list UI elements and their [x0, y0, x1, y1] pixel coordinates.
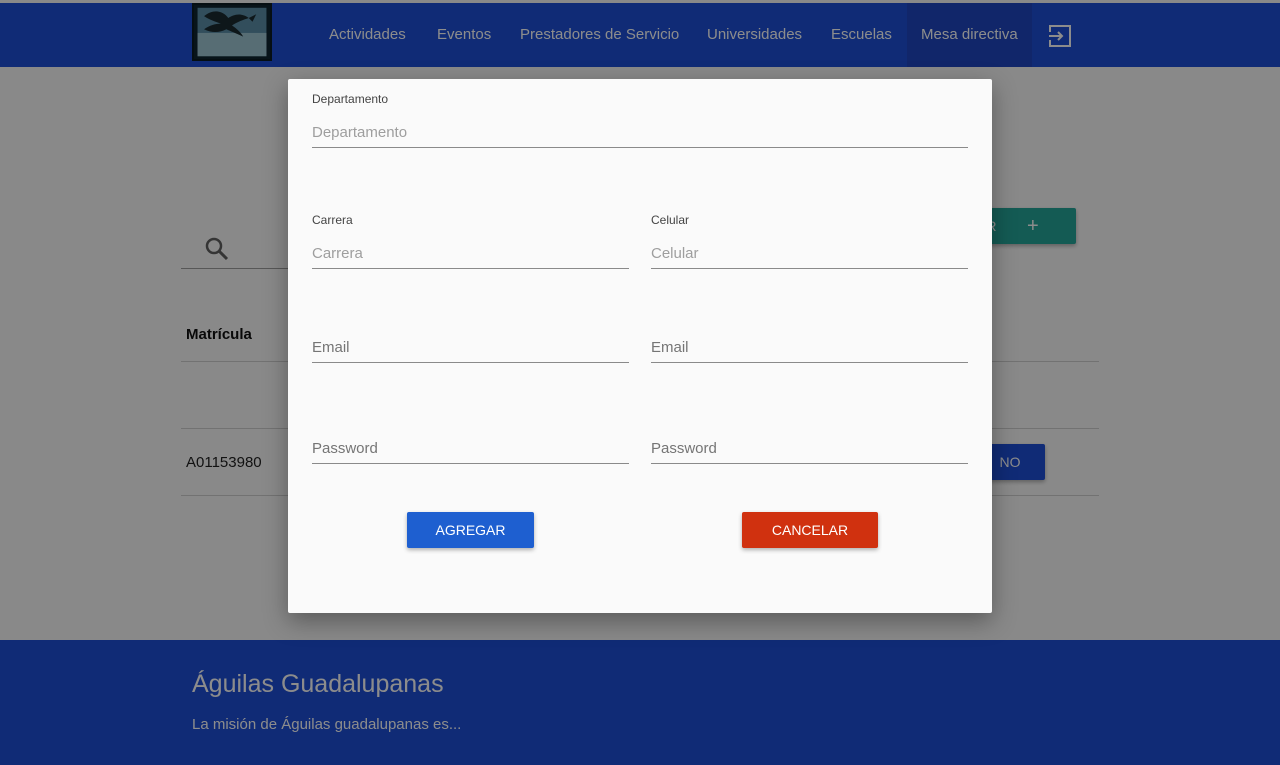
celular-field: Celular	[651, 213, 968, 270]
email-field-right	[651, 333, 968, 371]
add-member-modal: Departamento Carrera Celular AGREGAR CAN…	[288, 79, 992, 613]
password-field-right	[651, 434, 968, 472]
cancelar-button[interactable]: CANCELAR	[742, 512, 878, 548]
celular-label: Celular	[651, 213, 690, 227]
celular-input[interactable]	[651, 239, 968, 269]
agregar-button[interactable]: AGREGAR	[407, 512, 534, 548]
departamento-field: Departamento	[312, 92, 968, 149]
carrera-field: Carrera	[312, 213, 629, 270]
email-input-right[interactable]	[651, 333, 968, 363]
password-input-left[interactable]	[312, 434, 629, 464]
carrera-input[interactable]	[312, 239, 629, 269]
carrera-label: Carrera	[312, 213, 353, 227]
password-input-right[interactable]	[651, 434, 968, 464]
password-field-left	[312, 434, 629, 472]
email-input-left[interactable]	[312, 333, 629, 363]
departamento-input[interactable]	[312, 118, 968, 148]
email-field-left	[312, 333, 629, 371]
departamento-label: Departamento	[312, 92, 389, 106]
